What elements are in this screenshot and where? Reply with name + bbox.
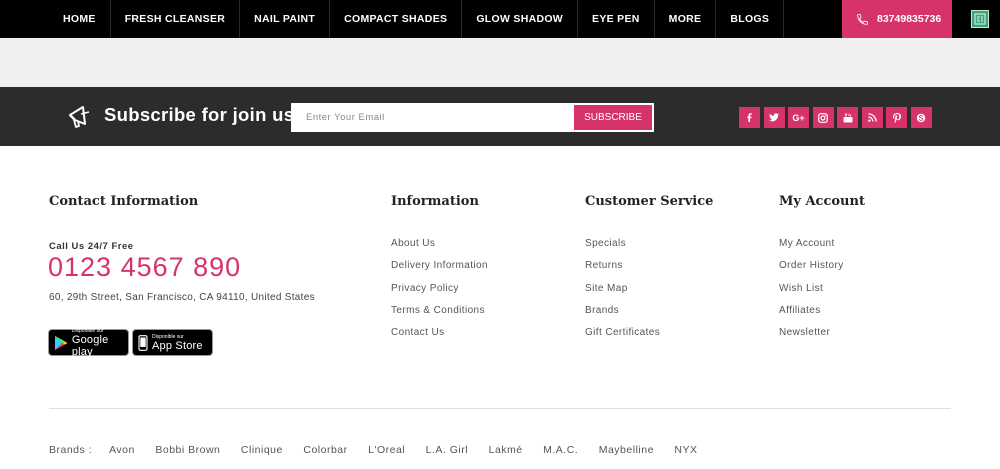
social-links: G+ <box>739 107 932 128</box>
brand-link[interactable]: Colorbar <box>303 444 347 456</box>
link-site-map[interactable]: Site Map <box>585 283 660 305</box>
link-privacy-policy[interactable]: Privacy Policy <box>391 283 488 305</box>
google-play-button[interactable]: Disponible sur Google play <box>48 328 129 358</box>
phone-device-icon <box>138 334 148 351</box>
nav-item-home[interactable]: HOME <box>49 0 111 38</box>
brand-link[interactable]: L.A. Girl <box>426 444 468 456</box>
information-links: About Us Delivery Information Privacy Po… <box>391 238 488 349</box>
rss-icon[interactable] <box>861 107 883 128</box>
skype-icon[interactable] <box>910 107 932 128</box>
link-affiliates[interactable]: Affiliates <box>779 305 844 327</box>
subscribe-button[interactable]: SUBSCRIBE <box>573 104 653 131</box>
link-returns[interactable]: Returns <box>585 260 660 282</box>
link-contact-us[interactable]: Contact Us <box>391 327 488 349</box>
link-my-account[interactable]: My Account <box>779 238 844 260</box>
my-account-links: My Account Order History Wish List Affil… <box>779 238 844 349</box>
email-input[interactable] <box>292 104 573 131</box>
nav-item-nail-paint[interactable]: NAIL PAINT <box>240 0 331 38</box>
main-menu: HOME FRESH CLEANSER NAIL PAINT COMPACT S… <box>49 0 785 38</box>
contact-address: 60, 29th Street, San Francisco, CA 94110… <box>49 292 315 303</box>
link-about-us[interactable]: About Us <box>391 238 488 260</box>
phone-number: 83749835736 <box>877 13 942 25</box>
subscribe-form: SUBSCRIBE <box>291 103 654 132</box>
pinterest-icon[interactable] <box>886 107 907 128</box>
contact-information-heading: Contact Information <box>49 194 199 209</box>
twitter-icon[interactable] <box>763 107 785 128</box>
brand-link[interactable]: NYX <box>674 444 697 456</box>
facebook-icon[interactable] <box>739 107 760 128</box>
link-brands[interactable]: Brands <box>585 305 660 327</box>
brand-link[interactable]: Avon <box>109 444 135 456</box>
google-plus-icon[interactable]: G+ <box>788 107 809 128</box>
nav-item-glow-shadow[interactable]: GLOW SHADOW <box>462 0 579 38</box>
contact-phone-number[interactable]: 0123 4567 890 <box>48 252 241 283</box>
link-newsletter[interactable]: Newsletter <box>779 327 844 349</box>
link-wish-list[interactable]: Wish List <box>779 283 844 305</box>
link-order-history[interactable]: Order History <box>779 260 844 282</box>
brand-link[interactable]: M.A.C. <box>543 444 578 456</box>
megaphone-icon <box>69 106 90 128</box>
youtube-icon[interactable] <box>837 107 858 128</box>
brand-link[interactable]: L'Oreal <box>368 444 405 456</box>
information-heading: Information <box>391 194 479 209</box>
brand-link[interactable]: Maybelline <box>599 444 654 456</box>
link-terms-conditions[interactable]: Terms & Conditions <box>391 305 488 327</box>
link-gift-certificates[interactable]: Gift Certificates <box>585 327 660 349</box>
content-spacer <box>0 38 1000 87</box>
app-store-button[interactable]: Disponible sur App Store <box>132 329 213 356</box>
brands-row: Brands : Avon Bobbi Brown Clinique Color… <box>49 444 718 456</box>
nav-item-blogs[interactable]: BLOGS <box>716 0 785 38</box>
instagram-icon[interactable] <box>812 107 834 128</box>
customer-service-heading: Customer Service <box>585 194 714 209</box>
nav-item-fresh-cleanser[interactable]: FRESH CLEANSER <box>111 0 241 38</box>
subscribe-title: Subscribe for join us! <box>104 104 301 125</box>
nav-item-more[interactable]: MORE <box>655 0 717 38</box>
nav-item-compact-shades[interactable]: COMPACT SHADES <box>330 0 463 38</box>
nav-item-eye-pen[interactable]: EYE PEN <box>578 0 655 38</box>
call-us-label: Call Us 24/7 Free <box>49 241 134 252</box>
footer-divider <box>49 408 951 409</box>
my-account-heading: My Account <box>779 194 865 209</box>
phone-icon <box>857 13 868 25</box>
brands-label: Brands : <box>49 444 93 456</box>
language-flag-icon[interactable] <box>971 10 989 28</box>
customer-service-links: Specials Returns Site Map Brands Gift Ce… <box>585 238 660 349</box>
brand-link[interactable]: Lakmé <box>489 444 523 456</box>
app-store-big-text: App Store <box>152 339 203 352</box>
brand-link[interactable]: Bobbi Brown <box>155 444 220 456</box>
phone-button[interactable]: 83749835736 <box>842 0 952 38</box>
google-play-big-text: Google play <box>71 333 109 358</box>
top-navigation: HOME FRESH CLEANSER NAIL PAINT COMPACT S… <box>0 0 1000 38</box>
link-delivery-information[interactable]: Delivery Information <box>391 260 488 282</box>
link-specials[interactable]: Specials <box>585 238 660 260</box>
google-play-icon <box>54 335 68 350</box>
brand-link[interactable]: Clinique <box>241 444 283 456</box>
